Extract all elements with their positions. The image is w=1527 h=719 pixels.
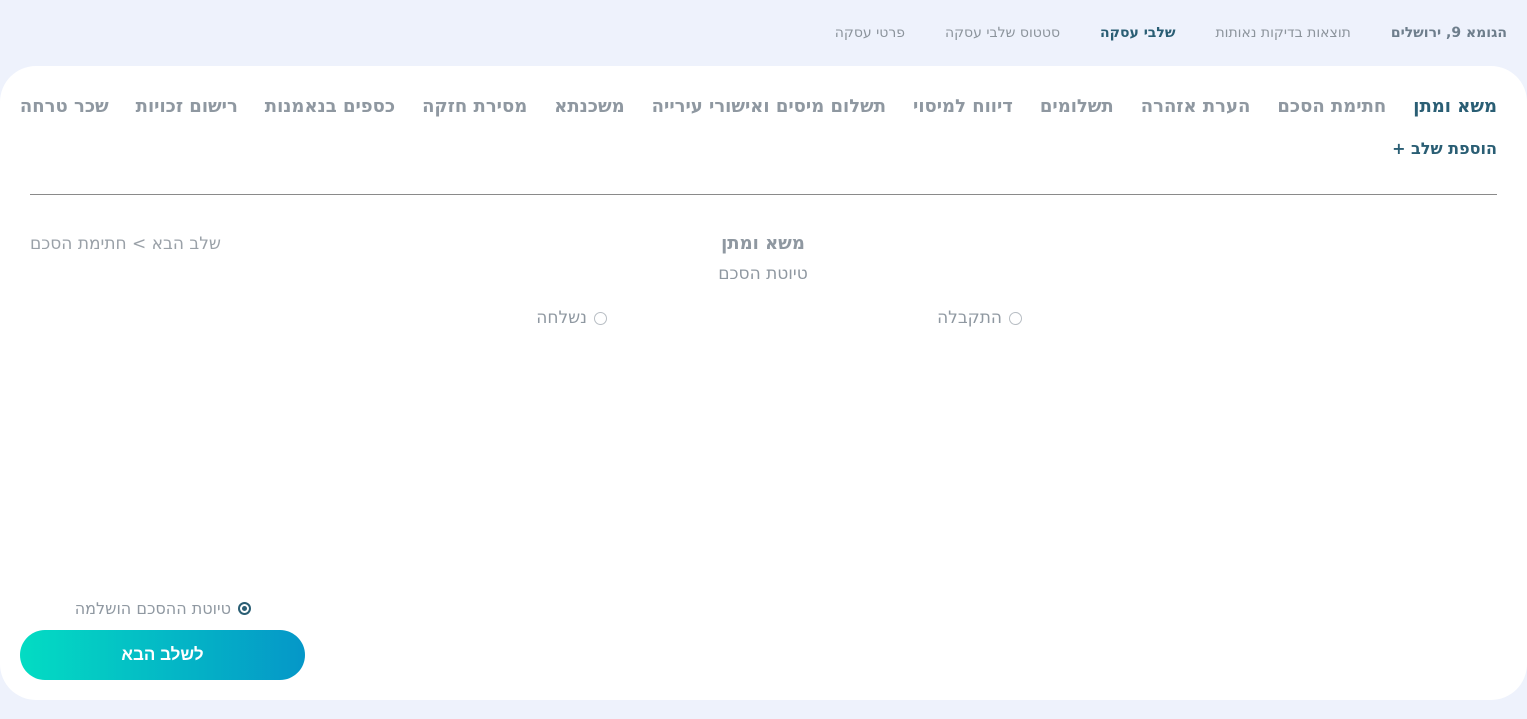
stage-title: משא ומתן	[721, 233, 805, 254]
tab-contract-signing[interactable]: חתימת הסכם	[1277, 96, 1386, 117]
top-navigation: הגומא 9, ירושלים תוצאות בדיקות נאותות של…	[0, 0, 1527, 66]
tab-tax-payment-municipal[interactable]: תשלום מיסים ואישורי עירייה	[652, 96, 886, 117]
topnav-deal-details[interactable]: פרטי עסקה	[835, 25, 905, 41]
add-step-button[interactable]: הוספת שלב +	[1392, 139, 1497, 158]
tab-rights-registration[interactable]: רישום זכויות	[136, 96, 238, 117]
radio-draft-complete-circle[interactable]	[238, 602, 251, 615]
tab-caveat[interactable]: הערת אזהרה	[1141, 96, 1251, 117]
stage-tabs: משא ומתן חתימת הסכם הערת אזהרה תשלומים ד…	[20, 96, 1497, 117]
topnav-deal-stages[interactable]: שלבי עסקה	[1100, 25, 1175, 41]
topnav-deal-stages-status[interactable]: סטטוס שלבי עסקה	[945, 25, 1060, 41]
radio-draft-complete[interactable]: טיוטת ההסכם הושלמה	[75, 599, 251, 618]
radio-sent-label: נשלחה	[536, 308, 587, 328]
divider	[30, 194, 1497, 195]
main-card: משא ומתן חתימת הסכם הערת אזהרה תשלומים ד…	[0, 66, 1527, 700]
tab-tax-report[interactable]: דיווח למיסוי	[913, 96, 1013, 117]
tab-mortgage[interactable]: משכנתא	[554, 96, 624, 117]
radio-sent[interactable]: נשלחה	[536, 308, 607, 328]
tab-negotiation[interactable]: משא ומתן	[1413, 96, 1497, 117]
tab-possession-handover[interactable]: מסירת חזקה	[422, 96, 527, 117]
next-step-link[interactable]: שלב הבא > חתימת הסכם	[30, 234, 221, 254]
radio-sent-circle[interactable]	[594, 311, 607, 325]
tab-payments[interactable]: תשלומים	[1040, 96, 1114, 117]
topnav-due-diligence-results[interactable]: תוצאות בדיקות נאותות	[1215, 25, 1350, 41]
tab-legal-fee[interactable]: שכר טרחה	[20, 96, 109, 117]
radio-received[interactable]: התקבלה	[937, 308, 1022, 328]
radio-draft-complete-label: טיוטת ההסכם הושלמה	[74, 599, 231, 618]
radio-received-circle[interactable]	[1009, 311, 1022, 325]
stage-subtitle: טיוטת הסכם	[718, 264, 808, 284]
radio-received-label: התקבלה	[937, 308, 1002, 328]
property-address[interactable]: הגומא 9, ירושלים	[1391, 25, 1507, 41]
tab-escrow-funds[interactable]: כספים בנאמנות	[265, 96, 395, 117]
next-stage-button[interactable]: לשלב הבא	[20, 630, 305, 680]
